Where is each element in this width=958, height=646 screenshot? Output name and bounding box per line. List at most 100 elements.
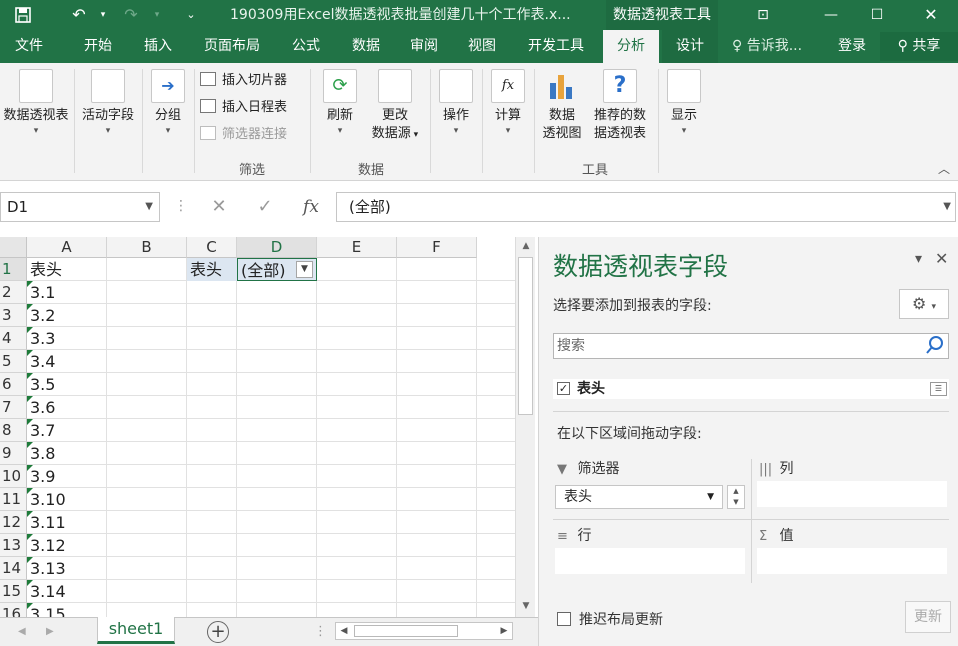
row-header[interactable]: 16 [0,603,27,617]
rows-drop-zone[interactable] [555,548,745,574]
update-button[interactable]: 更新 [905,601,951,633]
field-menu-icon[interactable]: ☰ [930,382,947,396]
row-header[interactable]: 11 [0,488,27,511]
hscroll-thumb[interactable] [354,625,458,637]
defer-layout-update[interactable]: 推迟布局更新 [557,609,663,629]
add-sheet-icon[interactable]: + [207,621,229,643]
undo-icon[interactable]: ↶ [66,0,92,30]
row-header[interactable]: 5 [0,350,27,373]
change-data-source-button[interactable]: 更改 数据源 ▾ [364,69,426,144]
pivot-filter-label-cell[interactable]: 表头 [187,258,237,281]
formula-input[interactable]: (全部) ▼ [336,192,956,222]
scroll-down-icon[interactable]: ▼ [516,597,536,615]
cancel-icon[interactable]: ✕ [204,192,234,222]
row-header[interactable]: 7 [0,396,27,419]
actions-button[interactable]: 操作 ▾ [434,69,478,137]
tell-me-search[interactable]: ♀ 告诉我... [732,30,802,63]
undo-dropdown-icon[interactable]: ▾ [90,0,116,30]
tab-view[interactable]: 视图 [454,30,510,63]
recommended-pivot-button[interactable]: ? 推荐的数 据透视表 [588,69,652,143]
filter-spinner[interactable]: ▲ ▼ [727,485,745,509]
collapse-ribbon-icon[interactable]: ︿ [938,160,950,177]
tab-analyze[interactable]: 分析 [603,30,659,63]
cell[interactable]: 3.11 [27,511,107,534]
scroll-left-icon[interactable]: ◀ [336,623,352,639]
login-link[interactable]: 登录 [838,30,866,63]
cell[interactable]: 3.4 [27,350,107,373]
cell[interactable]: 3.13 [27,557,107,580]
insert-timeline-button[interactable]: 插入日程表 [200,97,287,119]
save-icon[interactable] [10,0,36,30]
close-pane-icon[interactable]: ✕ [935,249,948,268]
defer-checkbox[interactable] [557,612,571,626]
tab-formulas[interactable]: 公式 [278,30,334,63]
row-header[interactable]: 8 [0,419,27,442]
horizontal-scrollbar[interactable]: ◀ ▶ [335,622,513,640]
chevron-down-icon[interactable]: ▼ [145,193,153,221]
pane-options-icon[interactable]: ▾ [915,251,922,267]
cell[interactable]: 3.7 [27,419,107,442]
columns-area[interactable]: ||| 列 [755,457,947,507]
next-sheet-icon[interactable]: ▶ [46,618,54,645]
row-header[interactable]: 3 [0,304,27,327]
redo-dropdown-icon[interactable]: ▾ [144,0,170,30]
pivot-table-button[interactable]: 数据透视表 ▾ [0,69,72,137]
row-header[interactable]: 2 [0,281,27,304]
cell[interactable]: 表头 [27,258,107,281]
cell[interactable]: 3.12 [27,534,107,557]
cell[interactable]: 3.8 [27,442,107,465]
row-header[interactable]: 9 [0,442,27,465]
filters-area[interactable]: ▼ 筛选器 表头 ▼ ▲ ▼ [553,457,745,509]
row-header[interactable]: 6 [0,373,27,396]
cell[interactable]: 3.1 [27,281,107,304]
tab-home[interactable]: 开始 [70,30,126,63]
name-box[interactable]: D1 ▼ [0,192,160,222]
cell[interactable]: 3.14 [27,580,107,603]
column-header-e[interactable]: E [317,237,397,258]
values-drop-zone[interactable] [757,548,947,574]
sheet-tab[interactable]: sheet1 [97,617,175,644]
ribbon-display-options-icon[interactable]: ⊡ [740,0,786,30]
customize-toolbar-icon[interactable]: ⌄ [178,0,204,30]
row-header[interactable]: 1 [0,258,27,281]
cell[interactable]: 3.15 [27,603,107,617]
close-window-icon[interactable]: ✕ [908,0,954,30]
columns-drop-zone[interactable] [757,481,947,507]
row-header[interactable]: 12 [0,511,27,534]
row-header[interactable]: 14 [0,557,27,580]
cell[interactable]: 3.9 [27,465,107,488]
filter-dropdown-button[interactable]: ▼ [296,261,313,278]
cell[interactable]: 3.2 [27,304,107,327]
vertical-scrollbar[interactable]: ▲ ▼ [515,237,535,617]
maximize-icon[interactable]: ☐ [854,0,900,30]
chevron-down-icon[interactable]: ▼ [707,486,714,508]
cell[interactable]: 3.6 [27,396,107,419]
tab-developer[interactable]: 开发工具 [516,30,596,63]
column-header-d[interactable]: D [237,237,317,258]
rows-area[interactable]: ≡ 行 [553,524,745,574]
pivot-chart-button[interactable]: 数据 透视图 [538,69,586,143]
select-all-corner[interactable] [0,237,27,258]
show-button[interactable]: 显示 ▾ [662,69,706,137]
field-search-input[interactable]: 搜索 [553,333,949,359]
field-checkbox[interactable]: ✓ [557,382,570,395]
row-header[interactable]: 10 [0,465,27,488]
enter-icon[interactable]: ✓ [250,192,280,222]
row-header[interactable]: 13 [0,534,27,557]
insert-function-icon[interactable]: fx [296,192,326,222]
filter-connections-button[interactable]: 筛选器连接 [200,124,287,146]
formula-bar-resize-handle[interactable]: ⋮ [174,192,188,222]
tab-page-layout[interactable]: 页面布局 [190,30,274,63]
field-list-item[interactable]: ✓ 表头 ☰ [553,379,949,399]
scroll-up-icon[interactable]: ▲ [516,237,536,255]
cell[interactable]: 3.3 [27,327,107,350]
tab-split-handle[interactable]: ⋮ [314,618,327,645]
minimize-icon[interactable]: — [808,0,854,30]
calculations-button[interactable]: fx 计算 ▾ [486,69,530,137]
tab-data[interactable]: 数据 [338,30,394,63]
share-button[interactable]: ⚲ 共享 [880,32,958,61]
column-header-b[interactable]: B [107,237,187,258]
chevron-down-icon[interactable]: ▼ [943,193,951,221]
values-area[interactable]: Σ 值 [755,524,947,574]
insert-slicer-button[interactable]: 插入切片器 [200,70,287,92]
